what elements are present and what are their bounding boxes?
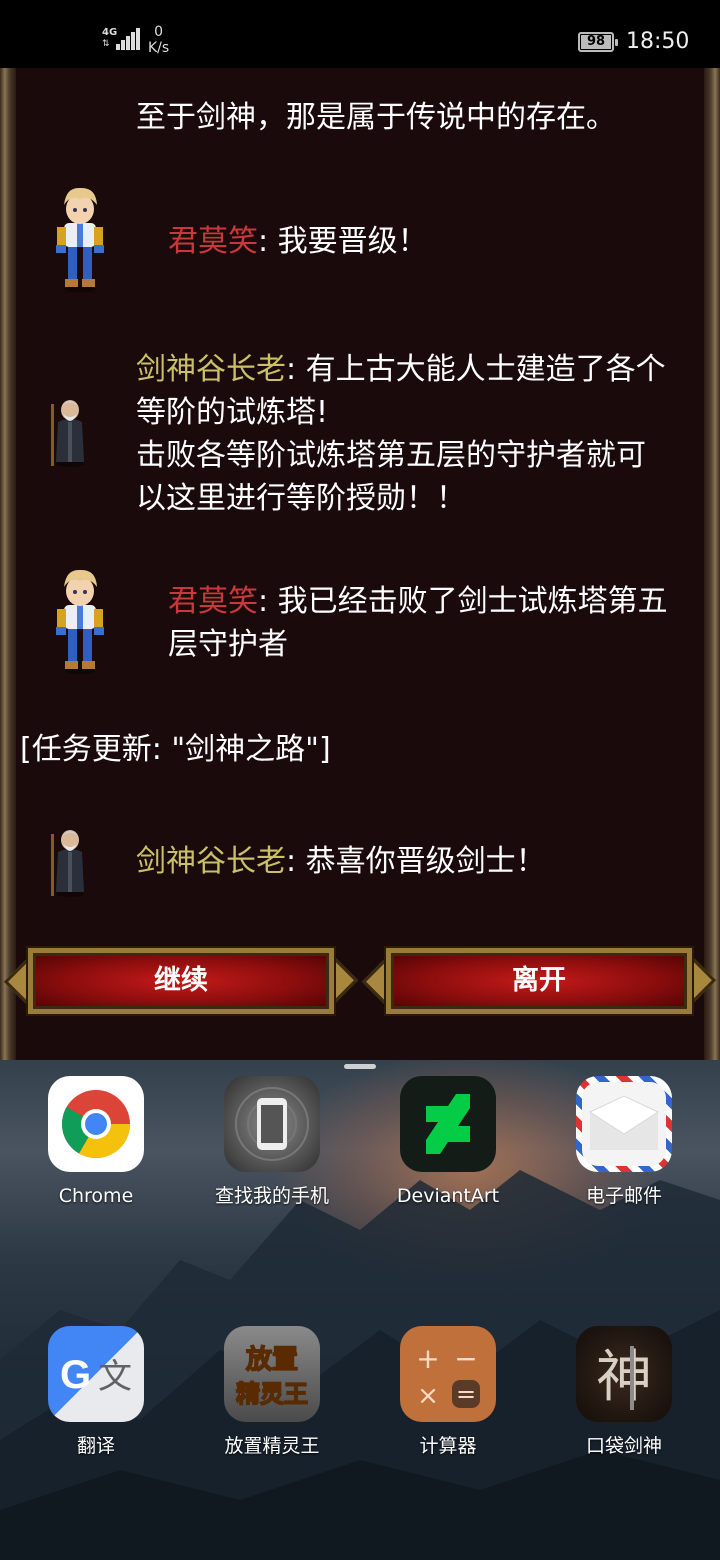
svg-text:+: + (416, 1342, 439, 1375)
app-label: DeviantArt (396, 1185, 500, 1207)
app-find-my-phone[interactable]: 查找我的手机 (202, 1076, 342, 1208)
status-bar: 4G ⇅ 0 K/s 98 18:50 (0, 0, 720, 68)
app-calculator[interactable]: + − × = 计算器 (378, 1326, 518, 1458)
home-screen: Chrome 查找我的手机 DeviantArt 电子邮件 G 文 翻译 放置 … (0, 1060, 720, 1560)
find-my-phone-icon (224, 1076, 320, 1172)
app-label: 翻译 (76, 1435, 115, 1457)
quest-update-notice: [任务更新: "剑神之路"] (20, 728, 331, 771)
svg-text:=: = (456, 1380, 476, 1408)
app-deviantart[interactable]: DeviantArt (378, 1076, 518, 1208)
speaker-name: 君莫笑 (168, 224, 258, 259)
dialogue-line-player: 君莫笑: 我已经击败了剑士试炼塔第五 层守护者 (168, 580, 668, 666)
app-idle-elf-king[interactable]: 放置 精灵王 放置精灵王 (202, 1326, 342, 1458)
speaker-name: 君莫笑 (168, 584, 258, 619)
svg-text:G: G (60, 1353, 91, 1397)
right-frame-border (704, 68, 720, 1060)
app-label: 放置精灵王 (224, 1435, 320, 1457)
dialogue-line-elder: 剑神谷长老: 有上古大能人士建造了各个 等阶的试炼塔! 击败各等阶试炼塔第五层的… (136, 348, 666, 520)
app-label: 查找我的手机 (214, 1185, 329, 1207)
dialogue-text: : 有上古大能人士建造了各个 (286, 352, 666, 387)
dialogue-text-cont: 以这里进行等阶授勋！！ (136, 481, 466, 516)
elder-avatar-icon (51, 400, 84, 467)
app-translate[interactable]: G 文 翻译 (26, 1326, 166, 1458)
signal-bars-icon (116, 26, 140, 50)
game-dialogue-panel: 至于剑神，那是属于传说中的存在。 君莫笑: 我要晋级！ 剑神谷长老: 有上古大能… (0, 68, 720, 1060)
dialogue-text: 至于剑神，那是属于传说中的存在。 (136, 100, 616, 135)
icon-text: 精灵王 (236, 1380, 308, 1408)
signal-indicator: 4G ⇅ (102, 26, 140, 52)
svg-text:文: 文 (98, 1357, 132, 1397)
app-label: Chrome (58, 1185, 134, 1207)
dialogue-text: : 恭喜你晋级剑士！ (286, 844, 546, 879)
player-avatar-icon (56, 187, 104, 292)
dialogue-text: : 我已经击败了剑士试炼塔第五 (258, 584, 668, 619)
email-icon (576, 1076, 672, 1172)
continue-button-label: 继续 (154, 965, 208, 996)
app-label: 口袋剑神 (585, 1435, 662, 1457)
idle-elf-king-icon: 放置 精灵王 (224, 1326, 320, 1422)
icon-text: 放置 (245, 1344, 298, 1375)
dialogue-text-cont: 等阶的试炼塔! (136, 395, 329, 430)
dialogue-text: [任务更新: "剑神之路"] (20, 732, 331, 767)
svg-text:×: × (417, 1381, 439, 1411)
left-frame-border (0, 68, 16, 1060)
leave-button-label: 离开 (512, 965, 566, 996)
network-type: 4G (102, 27, 118, 38)
app-pocket-sword-god[interactable]: 神 口袋剑神 (554, 1326, 694, 1458)
speed-value: 0 (154, 24, 164, 40)
calculator-icon: + − × = (400, 1326, 496, 1422)
battery-icon: 98 (578, 32, 618, 52)
pocket-sword-god-icon: 神 (576, 1326, 672, 1422)
deviantart-icon (400, 1076, 496, 1172)
dialogue-line-player: 君莫笑: 我要晋级！ (168, 220, 428, 263)
continue-button[interactable]: 继续 (3, 942, 359, 1020)
dialogue-text: : 我要晋级！ (258, 224, 428, 259)
split-screen-handle[interactable] (344, 1064, 376, 1069)
data-arrows-icon: ⇅ (102, 39, 110, 49)
translate-icon: G 文 (48, 1326, 144, 1422)
app-email[interactable]: 电子邮件 (554, 1076, 694, 1208)
chrome-icon (48, 1076, 144, 1172)
app-label: 计算器 (419, 1435, 477, 1457)
speaker-name: 剑神谷长老 (136, 844, 286, 879)
clock: 18:50 (626, 29, 690, 54)
app-label: 电子邮件 (585, 1185, 662, 1207)
elder-avatar-icon (51, 830, 84, 897)
speaker-name: 剑神谷长老 (136, 352, 286, 387)
app-chrome[interactable]: Chrome (26, 1076, 166, 1208)
battery-level: 98 (581, 35, 611, 49)
player-avatar-icon (56, 569, 104, 674)
dialogue-text-cont: 击败各等阶试炼塔第五层的守护者就可 (136, 438, 646, 473)
speed-unit: K/s (148, 40, 170, 56)
leave-button[interactable]: 离开 (361, 942, 717, 1020)
icon-text: 神 (596, 1345, 652, 1410)
dialogue-line-narration: 至于剑神，那是属于传说中的存在。 (136, 96, 616, 139)
dialogue-line-elder: 剑神谷长老: 恭喜你晋级剑士！ (136, 840, 546, 883)
dialogue-text-cont: 层守护者 (168, 627, 288, 662)
network-speed: 0 K/s (148, 24, 169, 56)
svg-text:−: − (454, 1342, 477, 1375)
